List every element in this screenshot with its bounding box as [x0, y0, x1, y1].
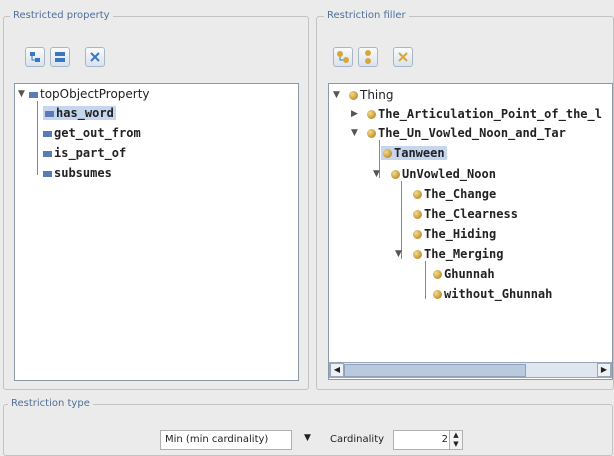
restriction-type-select[interactable]: Min (min cardinality)	[160, 430, 292, 450]
class-item-without-ghunnah[interactable]: without_Ghunnah	[433, 286, 552, 302]
class-item-the-merging[interactable]: The_Merging	[413, 246, 503, 262]
class-icon	[433, 290, 442, 299]
class-icon	[413, 190, 422, 199]
class-item-un-vowled-noon-and-tanween[interactable]: The_Un_Vowled_Noon_and_Tar	[367, 125, 566, 141]
delete-icon	[90, 52, 100, 62]
property-icon	[29, 91, 38, 98]
expand-arrow-icon[interactable]: ▼	[18, 86, 25, 102]
delete-icon	[398, 52, 408, 62]
class-icon	[433, 270, 442, 279]
class-item-the-clearness[interactable]: The_Clearness	[413, 206, 518, 222]
cardinality-spinner[interactable]: 2	[393, 430, 455, 450]
add-subclass-button[interactable]	[333, 47, 353, 67]
add-sibling-icon	[365, 50, 371, 64]
property-icon	[43, 130, 52, 137]
property-item-subsumes[interactable]: subsumes	[43, 165, 112, 181]
tree-root-thing[interactable]: Thing	[349, 87, 394, 103]
cardinality-label: Cardinality	[330, 434, 385, 445]
class-icon	[367, 110, 376, 119]
tree-root-topobjectproperty[interactable]: topObjectProperty	[29, 86, 150, 102]
class-icon	[383, 149, 392, 158]
property-tree[interactable]: ▼ topObjectProperty has_word get_out_fro…	[14, 83, 299, 381]
property-item-has-word[interactable]: has_word	[43, 105, 116, 121]
scroll-left-button[interactable]: ◀	[330, 363, 344, 377]
class-icon	[413, 230, 422, 239]
restriction-type-group	[3, 404, 613, 456]
add-sibling-property-button[interactable]	[50, 47, 70, 67]
add-subproperty-button[interactable]	[25, 47, 45, 67]
class-item-tanween[interactable]: Tanween	[381, 145, 447, 161]
chevron-down-icon[interactable]: ▼	[304, 433, 311, 443]
property-icon	[43, 170, 52, 177]
delete-property-button[interactable]	[85, 47, 105, 67]
class-item-articulation-point[interactable]: The_Articulation_Point_of_the_l	[367, 106, 602, 122]
property-item-is-part-of[interactable]: is_part_of	[43, 145, 126, 161]
class-tree[interactable]: ▼ Thing ▶ The_Articulation_Point_of_the_…	[328, 83, 613, 380]
property-icon	[45, 110, 54, 117]
expand-arrow-icon[interactable]: ▼	[373, 166, 380, 182]
expand-arrow-icon[interactable]: ▼	[395, 246, 402, 262]
restricted-property-title: Restricted property	[10, 10, 113, 22]
expand-arrow-icon[interactable]: ▼	[333, 87, 340, 103]
property-icon	[43, 150, 52, 157]
scroll-thumb[interactable]	[344, 364, 526, 377]
class-item-the-hiding[interactable]: The_Hiding	[413, 226, 496, 242]
collapse-arrow-icon[interactable]: ▶	[351, 106, 358, 122]
class-icon	[349, 91, 358, 100]
class-item-ghunnah[interactable]: Ghunnah	[433, 266, 495, 282]
class-icon	[367, 129, 376, 138]
class-item-the-change[interactable]: The_Change	[413, 186, 496, 202]
spinner-up-icon[interactable]: ▲	[450, 431, 462, 440]
delete-class-button[interactable]	[393, 47, 413, 67]
class-icon	[413, 250, 422, 259]
add-subproperty-icon	[30, 52, 40, 62]
class-icon	[391, 170, 400, 179]
add-sibling-icon	[55, 52, 65, 62]
spinner-buttons[interactable]: ▲ ▼	[449, 430, 463, 450]
add-sibling-class-button[interactable]	[358, 47, 378, 67]
horizontal-scrollbar[interactable]: ◀ ▶	[329, 362, 612, 378]
restriction-filler-title: Restriction filler	[324, 10, 409, 22]
expand-arrow-icon[interactable]: ▼	[351, 125, 358, 141]
class-icon	[413, 210, 422, 219]
add-subclass-icon	[337, 51, 349, 63]
class-item-unvowled-noon[interactable]: UnVowled_Noon	[391, 166, 496, 182]
restriction-type-title: Restriction type	[8, 398, 93, 410]
scroll-right-button[interactable]: ▶	[597, 363, 611, 377]
property-item-get-out-from[interactable]: get_out_from	[43, 125, 141, 141]
spinner-down-icon[interactable]: ▼	[450, 440, 462, 449]
